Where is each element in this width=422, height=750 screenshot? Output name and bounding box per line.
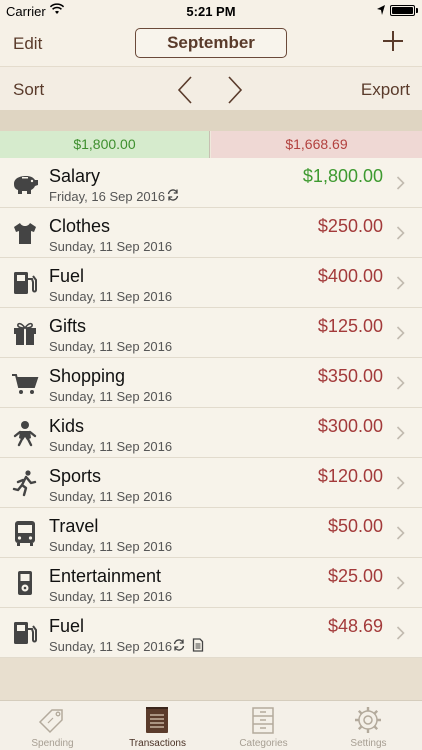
totals-bar: $1,800.00 $1,668.69 — [0, 131, 422, 158]
notebook-icon — [146, 707, 168, 733]
tshirt-icon — [10, 218, 40, 248]
transaction-row[interactable]: Shopping Sunday, 11 Sep 2016 $350.00 — [0, 358, 422, 408]
edit-button[interactable]: Edit — [13, 34, 42, 54]
transaction-date: Sunday, 11 Sep 2016 — [49, 389, 173, 404]
bus-icon — [10, 518, 40, 548]
fuel-pump-icon — [10, 618, 40, 648]
expense-total: $1,668.69 — [211, 131, 422, 158]
chevron-right-icon — [396, 226, 405, 240]
transaction-amount: $25.00 — [327, 566, 383, 586]
sort-button[interactable]: Sort — [13, 80, 44, 100]
tab-transactions[interactable]: Transactions — [105, 701, 210, 750]
status-time: 5:21 PM — [186, 4, 236, 19]
music-player-icon — [10, 568, 40, 598]
transaction-list: Salary Friday, 16 Sep 2016 $1,800.00 Clo… — [0, 158, 422, 658]
transaction-name: Clothes — [49, 216, 111, 236]
price-tag-icon — [38, 709, 63, 734]
note-icon — [191, 638, 205, 652]
transaction-date: Sunday, 11 Sep 2016 — [49, 489, 173, 504]
repeat-icon — [166, 188, 180, 202]
tab-bar: Spending Transactions Categories Setting… — [0, 700, 422, 750]
status-bar: Carrier 5:21 PM — [0, 0, 422, 22]
income-total: $1,800.00 — [0, 131, 210, 158]
transaction-date: Sunday, 11 Sep 2016 — [49, 339, 173, 354]
transaction-date: Sunday, 11 Sep 2016 — [49, 539, 173, 554]
transaction-row[interactable]: Gifts Sunday, 11 Sep 2016 $125.00 — [0, 308, 422, 358]
transaction-amount: $350.00 — [317, 366, 383, 386]
month-selector-button[interactable]: September — [135, 28, 287, 58]
gear-icon — [355, 707, 381, 733]
transaction-amount: $48.69 — [327, 616, 383, 636]
drawers-icon — [252, 707, 274, 734]
transaction-name: Kids — [49, 416, 85, 436]
transaction-amount: $250.00 — [317, 216, 383, 236]
transaction-name: Entertainment — [49, 566, 162, 586]
chevron-right-icon — [396, 426, 405, 440]
chevron-right-icon[interactable] — [226, 75, 244, 105]
transaction-row[interactable]: Clothes Sunday, 11 Sep 2016 $250.00 — [0, 208, 422, 258]
tab-categories[interactable]: Categories — [211, 701, 316, 750]
transaction-name: Sports — [49, 466, 102, 486]
transaction-date: Sunday, 11 Sep 2016 — [49, 439, 173, 454]
transaction-date: Sunday, 11 Sep 2016 — [49, 639, 173, 654]
transaction-flags — [166, 188, 180, 202]
add-icon[interactable] — [382, 30, 404, 52]
chevron-right-icon — [396, 376, 405, 390]
transaction-name: Fuel — [49, 616, 85, 636]
transaction-name: Fuel — [49, 266, 85, 286]
transaction-amount: $300.00 — [317, 416, 383, 436]
transaction-flags — [172, 638, 205, 652]
transaction-amount: $400.00 — [317, 266, 383, 286]
chevron-left-icon[interactable] — [176, 75, 194, 105]
transaction-amount: $125.00 — [317, 316, 383, 336]
gift-icon — [10, 318, 40, 348]
chevron-right-icon — [396, 526, 405, 540]
transaction-row[interactable]: Travel Sunday, 11 Sep 2016 $50.00 — [0, 508, 422, 558]
toolbar: Sort Export — [0, 66, 422, 110]
list-footer-background — [0, 658, 422, 700]
piggy-bank-icon — [10, 168, 40, 198]
transaction-row[interactable]: Fuel Sunday, 11 Sep 2016 $400.00 — [0, 258, 422, 308]
chevron-right-icon — [396, 476, 405, 490]
location-arrow-icon — [377, 5, 385, 15]
tab-label: Categories — [239, 738, 288, 749]
battery-icon — [390, 5, 415, 16]
cart-icon — [10, 368, 40, 398]
transaction-amount: $1,800.00 — [302, 166, 383, 186]
chevron-right-icon — [396, 626, 405, 640]
tab-label: Spending — [31, 738, 74, 749]
chevron-right-icon — [396, 176, 405, 190]
baby-icon — [10, 418, 40, 448]
divider-band — [0, 110, 422, 131]
transaction-name: Shopping — [49, 366, 126, 386]
transaction-row[interactable]: Kids Sunday, 11 Sep 2016 $300.00 — [0, 408, 422, 458]
navigation-bar: Edit September — [0, 22, 422, 66]
transaction-date: Sunday, 11 Sep 2016 — [49, 289, 173, 304]
runner-icon — [10, 468, 40, 498]
transaction-amount: $50.00 — [327, 516, 383, 536]
export-button[interactable]: Export — [361, 80, 410, 100]
chevron-right-icon — [396, 326, 405, 340]
fuel-pump-icon — [10, 268, 40, 298]
chevron-right-icon — [396, 576, 405, 590]
tab-label: Settings — [350, 738, 387, 749]
tab-spending[interactable]: Spending — [0, 701, 105, 750]
tab-settings[interactable]: Settings — [316, 701, 421, 750]
transaction-name: Gifts — [49, 316, 87, 336]
transaction-row[interactable]: Fuel Sunday, 11 Sep 2016 $48.69 — [0, 608, 422, 658]
chevron-right-icon — [396, 276, 405, 290]
battery-tip — [416, 8, 418, 13]
tab-label: Transactions — [129, 738, 186, 749]
transaction-date: Sunday, 11 Sep 2016 — [49, 239, 173, 254]
transaction-name: Travel — [49, 516, 99, 536]
transaction-date: Friday, 16 Sep 2016 — [49, 189, 166, 204]
repeat-icon — [172, 638, 186, 652]
transaction-row[interactable]: Entertainment Sunday, 11 Sep 2016 $25.00 — [0, 558, 422, 608]
transaction-row[interactable]: Sports Sunday, 11 Sep 2016 $120.00 — [0, 458, 422, 508]
transaction-row[interactable]: Salary Friday, 16 Sep 2016 $1,800.00 — [0, 158, 422, 208]
transaction-date: Sunday, 11 Sep 2016 — [49, 589, 173, 604]
transaction-amount: $120.00 — [317, 466, 383, 486]
transaction-name: Salary — [49, 166, 101, 186]
